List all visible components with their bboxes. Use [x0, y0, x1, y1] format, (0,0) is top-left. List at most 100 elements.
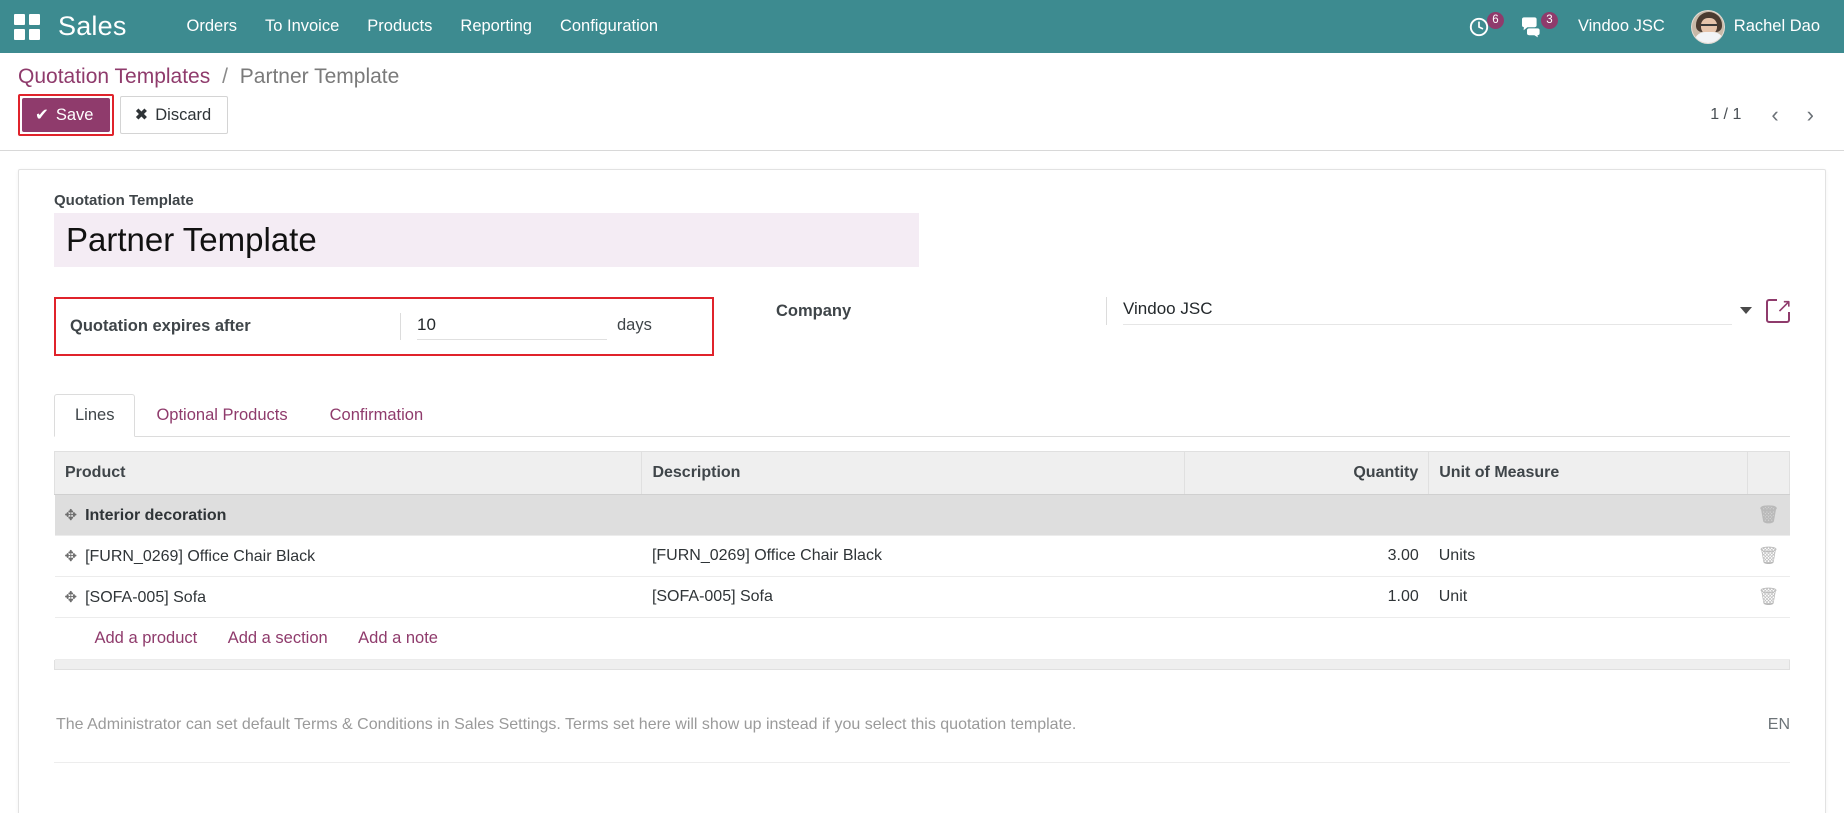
column-header-description[interactable]: Description — [641, 451, 1186, 495]
pager-previous-button[interactable]: ‹ — [1759, 102, 1790, 128]
activity-count-badge: 6 — [1486, 11, 1504, 29]
menu-item-configuration[interactable]: Configuration — [546, 1, 672, 52]
quotation-expires-unit: days — [617, 316, 652, 334]
product-name: [SOFA-005] Sofa — [85, 588, 207, 606]
company-cell: ↗ — [1106, 295, 1793, 325]
apps-grid-dot — [29, 28, 40, 40]
company-group: Company ↗ — [744, 295, 1793, 325]
user-name-label: Rachel Dao — [1733, 17, 1820, 35]
tab-confirmation[interactable]: Confirmation — [309, 394, 445, 437]
trash-icon[interactable]: 🗑 — [1758, 587, 1780, 607]
activity-clock-icon[interactable]: 6 — [1458, 10, 1506, 44]
quotation-expires-highlight: Quotation expires after days — [54, 297, 714, 356]
top-navbar: Sales Orders To Invoice Products Reporti… — [0, 0, 1844, 53]
cell-unit-of-measure: Unit — [1428, 576, 1748, 618]
breadcrumb-separator: / — [222, 65, 228, 88]
cell-actions: 🗑 — [1747, 535, 1790, 577]
add-links-row: Add a product Add a section Add a note — [54, 617, 1790, 660]
sheet-background: Quotation Template Quotation expires aft… — [0, 151, 1844, 813]
cell-unit-of-measure — [1428, 494, 1748, 536]
company-label: Company — [776, 301, 852, 320]
table-row[interactable]: ✥ [SOFA-005] Sofa [SOFA-005] Sofa 1.00 Un… — [54, 576, 1790, 618]
control-panel-actions: ✔ Save ✖ Discard 1 / 1 ‹ › — [18, 94, 1826, 150]
section-name: Interior decoration — [85, 506, 227, 524]
cell-product: ✥ [SOFA-005] Sofa — [54, 576, 642, 618]
add-a-section-link[interactable]: Add a section — [228, 629, 328, 648]
discard-button-label: Discard — [155, 105, 212, 124]
order-lines-header: Product Description Quantity Unit of Mea… — [53, 451, 1791, 495]
drag-handle-icon[interactable]: ✥ — [65, 506, 78, 524]
add-links-cell: Add a product Add a section Add a note — [54, 617, 1790, 660]
external-link-arrow: ↗ — [1776, 295, 1792, 317]
terms-and-conditions-area: The Administrator can set default Terms … — [54, 716, 1790, 763]
cell-quantity: 3.00 — [1184, 535, 1429, 577]
menu-item-orders[interactable]: Orders — [173, 1, 251, 52]
pager: 1 / 1 ‹ › — [1710, 94, 1826, 128]
record-buttons: ✔ Save ✖ Discard — [18, 94, 229, 136]
menu-item-to-invoice[interactable]: To Invoice — [251, 1, 353, 52]
user-menu[interactable]: Rachel Dao — [1683, 6, 1826, 48]
column-header-quantity[interactable]: Quantity — [1184, 451, 1430, 495]
column-header-actions — [1747, 451, 1791, 495]
save-button-label: Save — [55, 105, 94, 124]
chevron-down-icon[interactable] — [1740, 306, 1752, 314]
company-input[interactable] — [1123, 297, 1732, 325]
tab-optional-products[interactable]: Optional Products — [135, 394, 308, 437]
cell-actions: 🗑 — [1747, 494, 1790, 536]
cell-quantity — [1184, 494, 1429, 536]
app-brand-title[interactable]: Sales — [58, 11, 127, 42]
product-name: [FURN_0269] Office Chair Black — [85, 547, 316, 565]
trash-icon[interactable]: 🗑 — [1758, 505, 1780, 525]
quotation-expires-label: Quotation expires after — [70, 317, 251, 335]
discard-button[interactable]: ✖ Discard — [120, 96, 229, 134]
notebook-tabs: Lines Optional Products Confirmation — [54, 394, 1790, 437]
navbar-company-switcher[interactable]: Vindoo JSC — [1564, 9, 1679, 44]
save-button[interactable]: ✔ Save — [22, 98, 111, 132]
quotation-expires-input[interactable] — [417, 313, 607, 340]
breadcrumb-item-current: Partner Template — [239, 65, 400, 88]
quotation-template-name-input[interactable] — [54, 213, 919, 267]
add-a-product-link[interactable]: Add a product — [95, 629, 198, 648]
pager-next-button[interactable]: › — [1795, 102, 1826, 128]
tab-lines[interactable]: Lines — [54, 394, 136, 437]
apps-grid-icon[interactable] — [10, 10, 44, 44]
avatar-glasses — [1700, 23, 1717, 29]
save-button-highlight: ✔ Save — [18, 94, 115, 136]
apps-grid-dot — [14, 28, 25, 40]
trash-icon[interactable]: 🗑 — [1758, 546, 1780, 566]
column-header-product[interactable]: Product — [53, 451, 643, 495]
cross-icon: ✖ — [134, 106, 149, 124]
order-lines-body: ✥ Interior decoration 🗑 ✥ [FURN_0269] Offi… — [54, 494, 1790, 660]
cell-description — [641, 494, 1185, 536]
notebook: Lines Optional Products Confirmation Pro… — [53, 394, 1791, 670]
avatar — [1690, 9, 1725, 44]
order-lines-table: Product Description Quantity Unit of Mea… — [53, 451, 1791, 660]
drag-handle-icon[interactable]: ✥ — [65, 547, 78, 565]
column-header-unit-of-measure[interactable]: Unit of Measure — [1428, 451, 1748, 495]
table-footer-strip — [54, 660, 1790, 670]
menu-item-reporting[interactable]: Reporting — [446, 1, 546, 52]
table-row[interactable]: ✥ [FURN_0269] Office Chair Black [FURN_02… — [54, 535, 1790, 577]
breadcrumb: Quotation Templates / Partner Template — [18, 65, 1826, 94]
expires-group: Quotation expires after days — [54, 297, 744, 356]
pager-count: 1 / 1 — [1710, 106, 1742, 123]
form-group-row: Quotation expires after days Company ↗ — [54, 295, 1793, 356]
menu-item-products[interactable]: Products — [353, 1, 446, 52]
form-sheet: Quotation Template Quotation expires aft… — [18, 169, 1826, 813]
quotation-expires-cell: days — [400, 313, 712, 340]
control-panel: Quotation Templates / Partner Template ✔… — [0, 53, 1844, 151]
drag-handle-icon[interactable]: ✥ — [65, 588, 78, 606]
cell-description: [SOFA-005] Sofa — [641, 576, 1185, 618]
navbar-right-group: 6 3 Vindoo JSC Rachel Dao — [1458, 6, 1826, 48]
messages-chat-icon[interactable]: 3 — [1510, 10, 1560, 44]
cell-quantity: 1.00 — [1184, 576, 1429, 618]
cell-product: ✥ [FURN_0269] Office Chair Black — [54, 535, 642, 577]
add-a-note-link[interactable]: Add a note — [358, 629, 438, 648]
cell-description: [FURN_0269] Office Chair Black — [641, 535, 1185, 577]
table-row[interactable]: ✥ Interior decoration 🗑 — [54, 494, 1790, 536]
breadcrumb-item-quotation-templates[interactable]: Quotation Templates — [18, 65, 210, 88]
language-selector[interactable]: EN — [1748, 716, 1790, 734]
terms-placeholder-text[interactable]: The Administrator can set default Terms … — [54, 716, 1748, 734]
cell-product: ✥ Interior decoration — [54, 494, 642, 536]
external-link-icon[interactable]: ↗ — [1766, 295, 1793, 323]
